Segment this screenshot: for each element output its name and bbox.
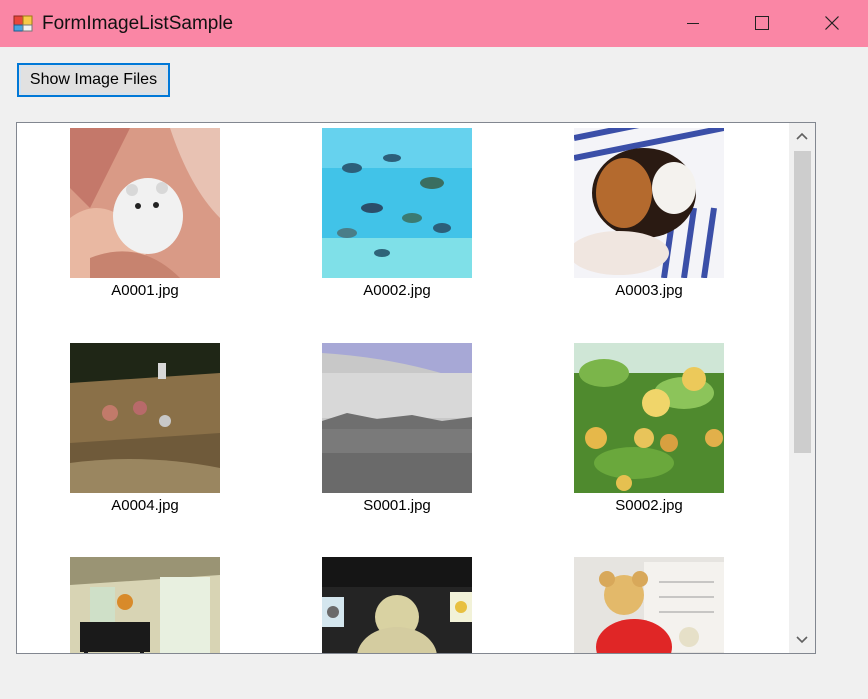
list-item-label: S0001.jpg [363, 497, 431, 514]
thumbnail-image [574, 557, 724, 653]
image-list-view[interactable]: A0001.jpg A0002.jpg A0003.jpg A0004.jpg … [16, 122, 816, 654]
vertical-scrollbar[interactable] [789, 123, 815, 653]
list-item-label: A0001.jpg [111, 282, 179, 299]
scroll-down-button[interactable] [789, 627, 815, 653]
list-item-label: S0002.jpg [615, 497, 683, 514]
thumbnail-image [574, 343, 724, 493]
minimize-icon [687, 23, 699, 24]
window-title: FormImageListSample [42, 13, 234, 34]
thumbnail-image [322, 343, 472, 493]
close-button[interactable] [797, 0, 867, 47]
maximize-button[interactable] [727, 0, 797, 47]
minimize-button[interactable] [658, 0, 728, 47]
scrollbar-thumb[interactable] [794, 151, 811, 453]
list-item-label: A0002.jpg [363, 282, 431, 299]
show-image-files-button[interactable]: Show Image Files [17, 63, 170, 97]
maximize-icon [755, 16, 769, 30]
close-icon [825, 16, 839, 30]
thumbnail-image [70, 343, 220, 493]
list-item-label: A0003.jpg [615, 282, 683, 299]
thumbnail-image [70, 128, 220, 278]
thumbnail-image [70, 557, 220, 653]
title-bar: FormImageListSample [0, 0, 868, 47]
thumbnail-image [322, 128, 472, 278]
chevron-down-icon [796, 636, 808, 644]
app-icon [13, 13, 33, 33]
chevron-up-icon [796, 132, 808, 140]
thumbnail-image [574, 128, 724, 278]
list-item-label: A0004.jpg [111, 497, 179, 514]
thumbnail-image [322, 557, 472, 653]
scroll-up-button[interactable] [789, 123, 815, 149]
